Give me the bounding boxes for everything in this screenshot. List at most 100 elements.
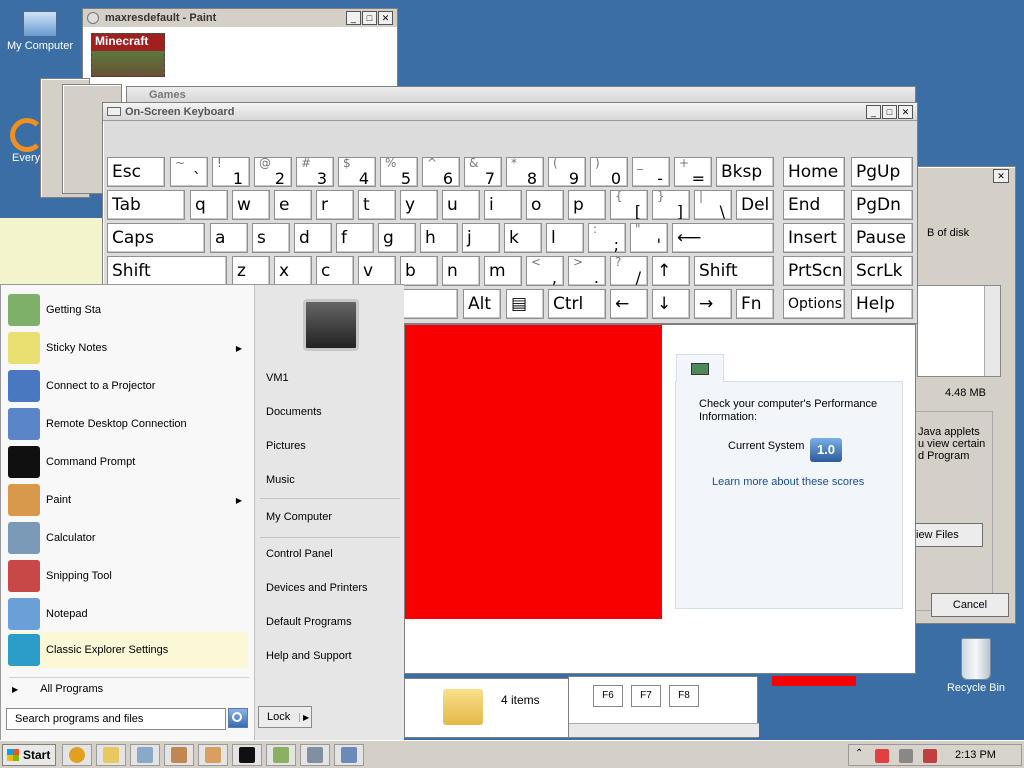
key-symbol-1-13[interactable]: | \ — [694, 190, 732, 220]
key-u[interactable]: u — [442, 190, 480, 220]
taskbar-button-chrome[interactable] — [62, 744, 92, 766]
key-pause[interactable]: Pause — [851, 223, 913, 253]
start-item-notepad[interactable]: Notepad — [8, 596, 248, 632]
taskbar-button-games[interactable] — [164, 744, 194, 766]
key-f7[interactable]: F7 — [631, 685, 661, 707]
key-scrlk[interactable]: ScrLk — [851, 256, 913, 286]
key-pgdn[interactable]: PgDn — [851, 190, 913, 220]
taskbar-button-keyboard[interactable] — [334, 744, 364, 766]
key-i[interactable]: i — [484, 190, 522, 220]
key-symbol-4-5[interactable]: ▤ — [506, 289, 544, 319]
key-m[interactable]: m — [484, 256, 522, 286]
key-5[interactable]: % 5 — [380, 157, 418, 187]
key-2[interactable]: @2 — [254, 157, 292, 187]
search-box[interactable]: Search programs and files — [6, 708, 226, 730]
key-ctrl[interactable]: Ctrl — [548, 289, 606, 319]
key-prtscn[interactable]: PrtScn — [783, 256, 845, 286]
start-item-connect-to-a-projector[interactable]: Connect to a Projector — [8, 368, 248, 404]
key-0[interactable]: ) 0 — [590, 157, 628, 187]
dialog-close-button[interactable]: ✕ — [993, 169, 1009, 183]
taskbar-button-notepad[interactable] — [266, 744, 296, 766]
key-9[interactable]: (9 — [548, 157, 586, 187]
key-help[interactable]: Help — [851, 289, 913, 319]
dialog-listbox[interactable] — [917, 285, 1001, 377]
start-right-music[interactable]: Music — [266, 474, 295, 486]
fkey-scrollbar[interactable] — [569, 723, 759, 737]
key-c[interactable]: c — [316, 256, 354, 286]
key-symbol-2-10[interactable]: :; — [588, 223, 626, 253]
key-symbol-3-9[interactable]: >. — [568, 256, 606, 286]
osk-fkey-panel[interactable]: F6 F7 F8 — [568, 676, 759, 738]
key-f[interactable]: f — [336, 223, 374, 253]
view-files-button[interactable]: iew Files — [909, 523, 983, 547]
key-shift[interactable]: Shift — [107, 256, 227, 286]
taskbar-button-explorer[interactable] — [96, 744, 126, 766]
key-h[interactable]: h — [420, 223, 458, 253]
key-n[interactable]: n — [442, 256, 480, 286]
key-b[interactable]: b — [400, 256, 438, 286]
key-v[interactable]: v — [358, 256, 396, 286]
key-g[interactable]: g — [378, 223, 416, 253]
maximize-button[interactable]: □ — [882, 105, 897, 119]
search-button[interactable] — [228, 708, 248, 728]
taskbar-button-system[interactable] — [300, 744, 330, 766]
start-right-control-panel[interactable]: Control Panel — [266, 548, 333, 560]
listbox-scrollbar[interactable] — [984, 286, 1000, 376]
start-item-calculator[interactable]: Calculator — [8, 520, 248, 556]
key-y[interactable]: y — [400, 190, 438, 220]
start-item-getting-sta[interactable]: Getting Sta — [8, 292, 248, 328]
cancel-button[interactable]: Cancel — [931, 593, 1009, 617]
key-insert[interactable]: Insert — [783, 223, 845, 253]
all-programs[interactable]: ▶ All Programs — [8, 680, 248, 698]
key-symbol-0-1[interactable]: ~ ` — [170, 157, 208, 187]
key-symbol-0-12[interactable]: _ - — [632, 157, 670, 187]
lock-options-arrow-icon[interactable]: ▶ — [299, 712, 309, 722]
key-k[interactable]: k — [504, 223, 542, 253]
desktop-icon-recycle-bin[interactable]: Recycle Bin — [938, 638, 1014, 694]
minimize-button[interactable]: _ — [346, 11, 361, 25]
key-symbol-3-10[interactable]: ? / — [610, 256, 648, 286]
key-shift[interactable]: Shift — [694, 256, 774, 286]
device-icon[interactable] — [899, 749, 913, 763]
key-symbol-1-11[interactable]: {[ — [610, 190, 648, 220]
key-alt[interactable]: Alt — [463, 289, 501, 319]
key-pgup[interactable]: PgUp — [851, 157, 913, 187]
start-right-vm1[interactable]: VM1 — [266, 372, 289, 384]
key-home[interactable]: Home — [783, 157, 845, 187]
key-x[interactable]: x — [274, 256, 312, 286]
key-del[interactable]: Del — [736, 190, 774, 220]
start-right-devices-and-printers[interactable]: Devices and Printers — [266, 582, 368, 594]
key-l[interactable]: l — [546, 223, 584, 253]
key-8[interactable]: * 8 — [506, 157, 544, 187]
key-4[interactable]: $4 — [338, 157, 376, 187]
paint-canvas-image[interactable]: Minecraft — [91, 33, 165, 77]
taskbar-button-paint[interactable] — [198, 744, 228, 766]
tray-expand-icon[interactable]: ⌃ — [855, 748, 863, 759]
start-item-command-prompt[interactable]: Command Prompt — [8, 444, 248, 480]
key-fn[interactable]: Fn — [736, 289, 774, 319]
maximize-button[interactable]: □ — [362, 11, 377, 25]
key-r[interactable]: r — [316, 190, 354, 220]
key-symbol-3-11[interactable]: ↑ — [652, 256, 690, 286]
start-button[interactable]: Start — [2, 744, 56, 766]
start-right-help-and-support[interactable]: Help and Support — [266, 650, 352, 662]
key-symbol-3-8[interactable]: <, — [526, 256, 564, 286]
key-j[interactable]: j — [462, 223, 500, 253]
close-button[interactable]: ✕ — [898, 105, 913, 119]
key-1[interactable]: ! 1 — [212, 157, 250, 187]
key-7[interactable]: & 7 — [464, 157, 502, 187]
key-symbol-1-12[interactable]: }] — [652, 190, 690, 220]
start-item-classic-explorer-settings[interactable]: Classic Explorer Settings — [8, 632, 248, 668]
key-symbol-2-12[interactable]: ⟵ — [672, 223, 774, 253]
games-titlebar[interactable]: Games — [127, 87, 915, 103]
key-6[interactable]: ^ 6 — [422, 157, 460, 187]
key-t[interactable]: t — [358, 190, 396, 220]
key-z[interactable]: z — [232, 256, 270, 286]
key-p[interactable]: p — [568, 190, 606, 220]
desktop-icon-every[interactable]: Every — [0, 118, 44, 164]
key-e[interactable]: e — [274, 190, 312, 220]
key-end[interactable]: End — [783, 190, 845, 220]
key-f6[interactable]: F6 — [593, 685, 623, 707]
start-right-default-programs[interactable]: Default Programs — [266, 616, 352, 628]
osk-titlebar[interactable]: On-Screen Keyboard — [103, 103, 917, 121]
